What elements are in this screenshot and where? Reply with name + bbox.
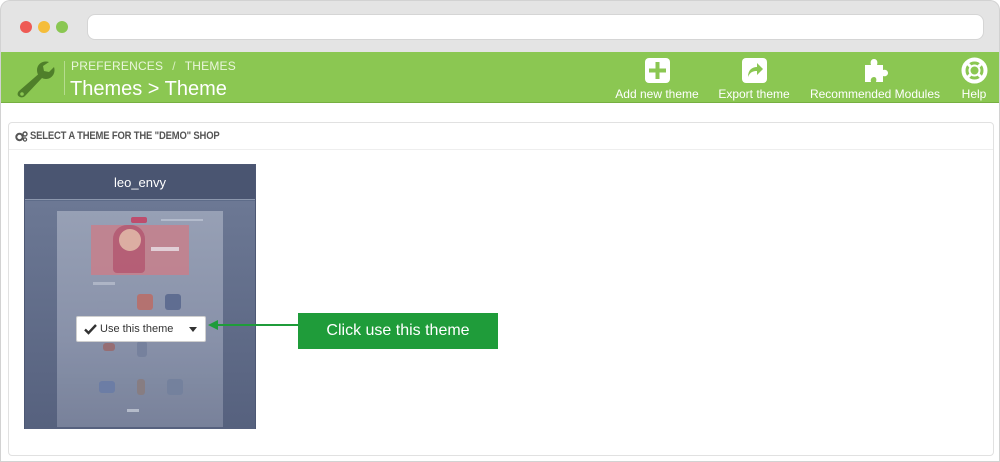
breadcrumb-preferences[interactable]: PREFERENCES xyxy=(71,59,163,73)
preview-product xyxy=(137,294,153,310)
theme-card: leo_envy xyxy=(24,164,256,429)
preview-product xyxy=(99,381,115,393)
cogs-icon xyxy=(15,131,28,142)
header-divider xyxy=(64,61,65,95)
wrench-icon xyxy=(17,61,55,98)
breadcrumb: PREFERENCES / THEMES xyxy=(71,59,236,73)
share-icon xyxy=(741,58,767,83)
help-label: Help xyxy=(961,87,987,101)
export-theme-button[interactable]: Export theme xyxy=(713,57,795,101)
chevron-down-icon[interactable] xyxy=(189,327,197,332)
preview-banner-face xyxy=(119,229,141,251)
check-icon xyxy=(84,324,97,335)
recommended-modules-button[interactable]: Recommended Modules xyxy=(803,57,947,101)
panel-heading: SELECT A THEME FOR THE "DEMO" SHOP xyxy=(9,123,993,150)
lifebuoy-icon xyxy=(961,57,987,84)
page-title: Themes > Theme xyxy=(70,78,227,100)
theme-preview-area xyxy=(25,201,255,429)
preview-product xyxy=(103,343,115,351)
close-window-dot[interactable] xyxy=(20,21,32,33)
help-button[interactable]: Help xyxy=(955,57,993,101)
preview-banner-text xyxy=(151,247,179,251)
add-new-theme-label: Add new theme xyxy=(615,87,699,101)
maximize-window-dot[interactable] xyxy=(56,21,68,33)
preview-nav xyxy=(161,219,203,221)
recommended-modules-label: Recommended Modules xyxy=(809,87,941,101)
puzzle-icon xyxy=(864,59,888,82)
button-divider xyxy=(181,317,182,341)
panel-title: SELECT A THEME FOR THE "DEMO" SHOP xyxy=(30,130,220,142)
browser-chrome xyxy=(0,0,1000,52)
address-bar[interactable] xyxy=(87,14,984,40)
plus-square-icon xyxy=(644,58,670,83)
breadcrumb-separator: / xyxy=(172,59,176,73)
preview-product xyxy=(167,379,183,395)
page-header: PREFERENCES / THEMES Themes > Theme Add ne… xyxy=(1,52,999,103)
preview-pagination xyxy=(127,409,139,412)
annotation-arrow xyxy=(208,320,300,330)
export-theme-label: Export theme xyxy=(718,87,790,101)
preview-section-label xyxy=(93,282,115,285)
use-this-theme-button[interactable]: Use this theme xyxy=(76,316,206,342)
breadcrumb-themes[interactable]: THEMES xyxy=(185,59,236,73)
add-new-theme-button[interactable]: Add new theme xyxy=(609,57,705,101)
minimize-window-dot[interactable] xyxy=(38,21,50,33)
preview-logo xyxy=(131,217,147,223)
preview-product xyxy=(137,379,145,395)
preview-product xyxy=(165,294,181,310)
theme-name: leo_envy xyxy=(25,165,255,200)
annotation-callout: Click use this theme xyxy=(298,313,498,349)
use-this-theme-label: Use this theme xyxy=(100,323,174,335)
preview-product xyxy=(97,301,113,309)
preview-banner xyxy=(91,225,189,275)
preview-product xyxy=(137,341,147,357)
